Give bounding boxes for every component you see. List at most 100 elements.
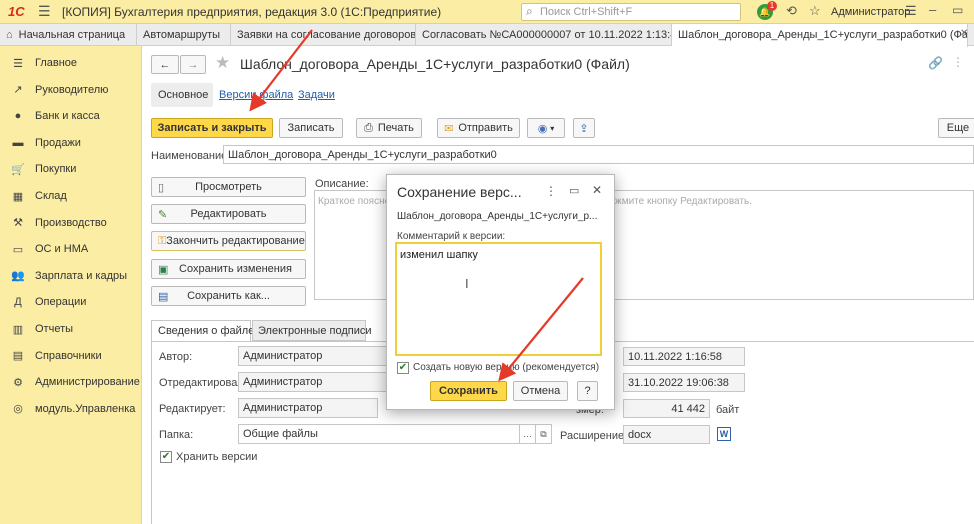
sidebar-item-label: Администрирование [35, 376, 140, 389]
tab-home[interactable]: ⌂ Начальная страница [0, 24, 137, 46]
main-menu-icon[interactable]: ☰ [38, 3, 51, 20]
sidebar-item-12[interactable]: ▤ Справочники [0, 343, 142, 369]
dialog-close-icon[interactable]: ✕ [592, 183, 602, 197]
author-label: Автор: [159, 351, 193, 363]
folder-label: Папка: [159, 429, 194, 441]
keep-versions-checkbox[interactable]: ✔ [160, 451, 172, 463]
sidebar-item-1[interactable]: ☰ Главное [0, 50, 142, 76]
open-tabs-bar: ⌂ Начальная страница Автомаршруты Заявки … [0, 24, 974, 47]
dialog-filename: Шаблон_договора_Аренды_1С+услуги_р... [397, 211, 598, 222]
tab-approve-request[interactable]: Согласовать №СА000000007 от 10.11.2022 1… [416, 24, 672, 46]
sidebar-item-7[interactable]: ⚒ Производство [0, 210, 142, 236]
created-date-input: 10.11.2022 1:16:58 [623, 347, 745, 366]
global-search[interactable]: ⌕ Поиск Ctrl+Shift+F [521, 3, 741, 21]
forward-button[interactable]: → [180, 55, 206, 74]
sidebar-item-8[interactable]: ▭ ОС и НМА [0, 236, 142, 262]
minimize-icon[interactable]: – [929, 2, 936, 17]
info-tab-file-label: Сведения о файле [158, 325, 255, 337]
save-button[interactable]: Записать [279, 118, 343, 138]
edit-button[interactable]: ✎ Редактировать [151, 204, 306, 224]
sidebar-item-13[interactable]: ⚙ Администрирование [0, 369, 142, 395]
signature-icon: ◉ [537, 122, 548, 135]
tab-close-icon[interactable]: ✕ [960, 28, 968, 39]
modified-date-input: 31.10.2022 19:06:38 [623, 373, 745, 392]
printer-icon: ⎙ [364, 121, 373, 134]
finish-editing-button[interactable]: ⚿ Закончить редактирование [151, 231, 306, 251]
signature-dropdown-button[interactable]: ◉ ▾ [527, 118, 565, 138]
folder-input[interactable]: Общие файлы [238, 424, 552, 444]
favorites-star-icon[interactable]: ☆ [809, 3, 821, 19]
folder-select-button[interactable]: … [519, 425, 535, 443]
save-as-icon: ▤ [158, 290, 169, 303]
description-label: Описание: [315, 178, 369, 190]
sections-sidebar: ☰ Главное ↗ Руководителю ● Банк и касса ▬ Прода… [0, 46, 142, 524]
link-icon[interactable]: 🔗 [928, 56, 943, 70]
save-version-dialog: Сохранение верс... ⋮ ▭ ✕ Шаблон_договора… [386, 174, 615, 410]
sidebar-item-14[interactable]: ◎ модуль.Управленка [0, 396, 142, 422]
sidebar-item-label: Главное [35, 57, 78, 69]
comment-textarea[interactable]: изменил шапку I [395, 242, 602, 356]
sidebar-section-icon: ↗ [13, 84, 23, 97]
sidebar-section-icon: ◎ [13, 403, 23, 416]
new-version-label: Создать новую версию (рекомендуется) [413, 362, 600, 373]
sidebar-item-9[interactable]: 👥 Зарплата и кадры [0, 263, 142, 289]
sidebar-item-11[interactable]: ▥ Отчеты [0, 316, 142, 342]
description-placeholder-right: жмите кнопку Редактировать. [615, 196, 752, 207]
sidebar-item-10[interactable]: Д Операции [0, 289, 142, 315]
pencil-icon: ✎ [158, 208, 168, 221]
user-name[interactable]: Администратор [831, 6, 910, 18]
maximize-icon[interactable]: ▭ [952, 3, 963, 17]
dialog-cancel-button[interactable]: Отмена [513, 381, 568, 401]
form-more-icon[interactable]: ⋮ [952, 55, 964, 69]
subtab-versions[interactable]: Версии файла [219, 89, 293, 101]
export-button[interactable]: ⇪ [573, 118, 595, 138]
save-changes-button[interactable]: ▣ Сохранить изменения [151, 259, 306, 279]
window-title: [КОПИЯ] Бухгалтерия предприятия, редакци… [62, 5, 442, 19]
dialog-save-button[interactable]: Сохранить [430, 381, 507, 401]
editing-by-input: Администратор [238, 398, 378, 418]
sidebar-item-5[interactable]: 🛒 Покупки [0, 156, 142, 182]
subtab-tasks[interactable]: Задачи [298, 89, 335, 101]
comment-text: изменил шапку [400, 249, 478, 261]
sidebar-item-label: Зарплата и кадры [35, 269, 128, 282]
extension-input: docx [623, 425, 710, 444]
tab-automarshruty[interactable]: Автомаршруты [137, 24, 231, 46]
envelope-icon: ✉ [444, 122, 454, 135]
save-and-close-button[interactable]: Записать и закрыть [151, 118, 273, 138]
1c-logo-icon: 1С [8, 4, 25, 19]
view-button[interactable]: ▯ Просмотреть [151, 177, 306, 197]
dialog-help-button[interactable]: ? [577, 381, 598, 401]
sidebar-item-6[interactable]: ▦ Склад [0, 183, 142, 209]
sidebar-item-label: ОС и НМА [35, 243, 89, 256]
folder-open-icon[interactable]: ⧉ [535, 425, 551, 443]
sidebar-section-icon: ▬ [12, 136, 24, 149]
save-as-button[interactable]: ▤ Сохранить как... [151, 286, 306, 306]
keep-versions-label: Хранить версии [176, 451, 258, 463]
settings-menu-icon[interactable]: ☰ [905, 3, 917, 19]
favorite-star-icon[interactable]: ★ [215, 53, 230, 73]
back-button[interactable]: ← [151, 55, 179, 74]
size-unit: байт [716, 404, 740, 416]
sidebar-item-4[interactable]: ▬ Продажи [0, 130, 142, 156]
description-placeholder-left: Краткое поясне [318, 196, 391, 207]
dialog-more-icon[interactable]: ⋮ [545, 184, 557, 198]
tab-file-template[interactable]: Шаблон_договора_Аренды_1С+услуги_разрабо… [672, 24, 968, 47]
new-version-checkbox[interactable]: ✔ [397, 362, 409, 374]
history-icon[interactable]: ⟲ [786, 3, 797, 19]
sidebar-item-3[interactable]: ● Банк и касса [0, 103, 142, 129]
comment-label: Комментарий к версии: [397, 231, 506, 242]
text-cursor-icon: I [465, 276, 469, 291]
sidebar-section-icon: 🛒 [11, 163, 25, 176]
dialog-title: Сохранение верс... [397, 184, 522, 200]
title-bar: 1С ☰ [КОПИЯ] Бухгалтерия предприятия, ре… [0, 0, 974, 24]
name-label: Наименование: [151, 150, 231, 162]
dialog-maximize-icon[interactable]: ▭ [569, 184, 579, 197]
print-button[interactable]: ⎙ Печать [356, 118, 422, 138]
extension-label: Расширение: [560, 430, 628, 442]
name-input[interactable]: Шаблон_договора_Аренды_1С+услуги_разрабо… [223, 145, 974, 164]
tab-contract-requests[interactable]: Заявки на согласование договоров [231, 24, 416, 46]
sidebar-section-icon: 👥 [11, 270, 25, 283]
send-button[interactable]: ✉ Отправить [437, 118, 520, 138]
sidebar-item-2[interactable]: ↗ Руководителю [0, 77, 142, 103]
more-button[interactable]: Еще [938, 118, 974, 138]
